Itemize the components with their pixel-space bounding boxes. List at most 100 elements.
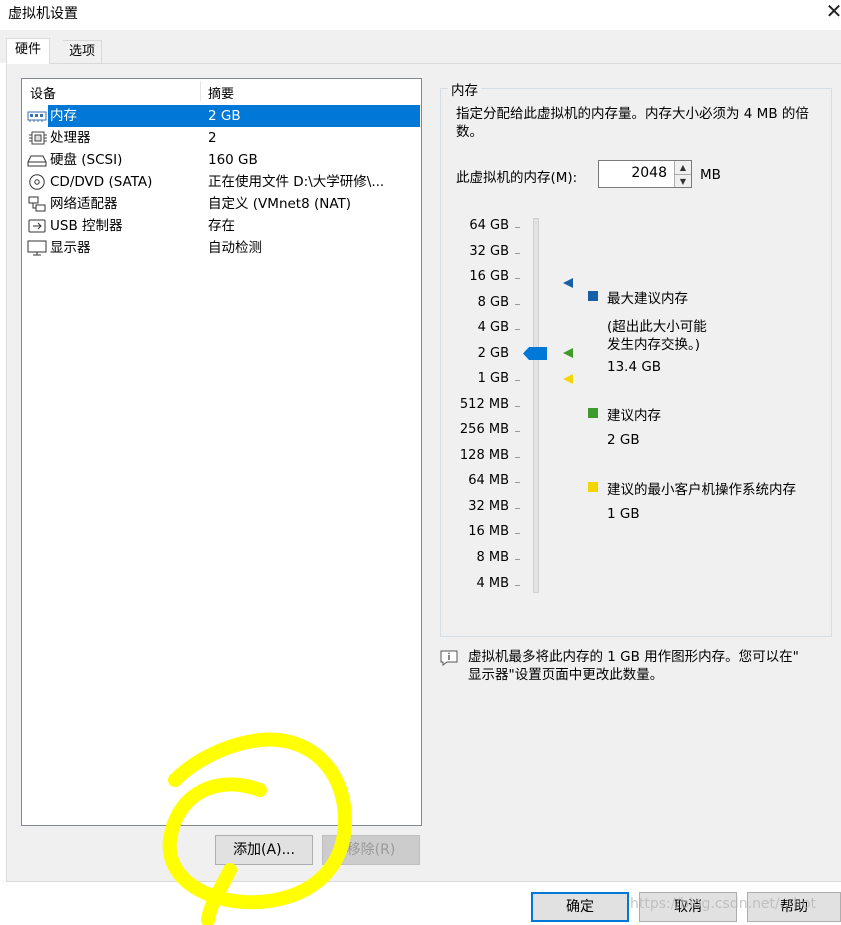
scale-tick bbox=[515, 253, 520, 254]
device-row-cd-dvd[interactable]: CD/DVD (SATA) 正在使用文件 D:\大学研修\... bbox=[24, 171, 420, 193]
column-header-summary[interactable]: 摘要 bbox=[208, 83, 234, 102]
scale-label: 16 MB bbox=[468, 524, 509, 539]
device-row-network-adapter[interactable]: 网络适配器 自定义 (VMnet8 (NAT) bbox=[24, 193, 420, 215]
scale-label: 256 MB bbox=[459, 422, 509, 437]
title-bar bbox=[0, 0, 841, 30]
memory-group-title: 内存 bbox=[448, 79, 481, 99]
device-row-usb-controller[interactable]: USB 控制器 存在 bbox=[24, 215, 420, 237]
scale-label: 32 GB bbox=[469, 244, 509, 259]
scale-tick bbox=[515, 278, 520, 279]
device-name: CD/DVD (SATA) bbox=[50, 174, 153, 190]
device-row-memory[interactable]: 内存 2 GB bbox=[24, 105, 420, 127]
device-row-hard-disk[interactable]: 硬盘 (SCSI) 160 GB bbox=[24, 149, 420, 171]
scale-label: 8 MB bbox=[476, 550, 509, 565]
watermark: https://blog.csdn.net/...hot bbox=[630, 896, 817, 912]
scale-tick bbox=[515, 304, 520, 305]
memory-slider-track[interactable] bbox=[533, 218, 539, 593]
ok-button[interactable]: 确定 bbox=[531, 892, 629, 922]
legend-swatch-min-guest bbox=[588, 482, 598, 492]
device-name: USB 控制器 bbox=[50, 218, 123, 234]
scale-label: 4 GB bbox=[477, 320, 509, 335]
legend-swatch-max bbox=[588, 291, 598, 301]
max-recommended-marker-icon bbox=[563, 278, 573, 288]
scale-label: 32 MB bbox=[468, 499, 509, 514]
memory-spinbox[interactable]: 2048 ▲ ▼ bbox=[598, 160, 692, 188]
device-summary: 正在使用文件 D:\大学研修\... bbox=[208, 174, 385, 190]
tab-hardware[interactable]: 硬件 bbox=[6, 38, 51, 64]
add-device-button[interactable]: 添加(A)... bbox=[215, 835, 313, 865]
scale-label: 4 MB bbox=[476, 576, 509, 591]
legend-max-note-1: (超出此大小可能 bbox=[607, 319, 707, 335]
tab-strip bbox=[0, 30, 841, 63]
scale-label: 2 GB bbox=[477, 346, 509, 361]
device-summary: 2 GB bbox=[200, 105, 420, 127]
column-divider[interactable] bbox=[200, 81, 201, 101]
memory-icon bbox=[27, 111, 47, 122]
device-summary: 自动检测 bbox=[208, 240, 262, 256]
memory-value-input[interactable]: 2048 bbox=[631, 165, 667, 181]
device-name: 显示器 bbox=[50, 240, 91, 256]
scale-tick bbox=[515, 533, 520, 534]
spin-up-icon[interactable]: ▲ bbox=[674, 161, 691, 174]
scale-label: 128 MB bbox=[459, 448, 509, 463]
scale-tick bbox=[515, 380, 520, 381]
memory-description: 指定分配给此虚拟机的内存量。内存大小必须为 4 MB 的倍数。 bbox=[456, 106, 809, 140]
scale-label: 64 GB bbox=[469, 218, 509, 233]
scale-tick bbox=[515, 482, 520, 483]
device-summary: 存在 bbox=[208, 218, 235, 234]
legend-swatch-recommended bbox=[588, 408, 598, 418]
scale-tick bbox=[515, 508, 520, 509]
device-summary: 160 GB bbox=[208, 152, 258, 168]
display-icon bbox=[27, 240, 47, 256]
device-row-processor[interactable]: 处理器 2 bbox=[24, 127, 420, 149]
scale-tick bbox=[515, 329, 520, 330]
legend-recommended-value: 2 GB bbox=[607, 432, 640, 448]
remove-device-button[interactable]: 移除(R) bbox=[322, 835, 420, 865]
scale-label: 16 GB bbox=[469, 269, 509, 284]
memory-unit: MB bbox=[700, 167, 721, 183]
recommended-marker-icon bbox=[563, 348, 573, 358]
device-name: 内存 bbox=[48, 105, 202, 127]
device-summary: 自定义 (VMnet8 (NAT) bbox=[208, 196, 352, 212]
cd-dvd-icon bbox=[29, 174, 45, 190]
info-line-1: 虚拟机最多将此内存的 1 GB 用作图形内存。您可以在" bbox=[468, 649, 799, 665]
device-name: 硬盘 (SCSI) bbox=[50, 152, 123, 168]
legend-max-value: 13.4 GB bbox=[607, 359, 662, 375]
min-guest-marker-icon bbox=[563, 374, 573, 384]
scale-label: 8 GB bbox=[477, 295, 509, 310]
tab-options[interactable]: 选项 bbox=[63, 40, 103, 64]
device-row-display[interactable]: 显示器 自动检测 bbox=[24, 237, 420, 259]
memory-slider-thumb[interactable] bbox=[523, 347, 547, 360]
usb-icon bbox=[28, 219, 46, 233]
info-icon bbox=[440, 650, 458, 666]
hard-disk-icon bbox=[27, 155, 47, 167]
scale-tick bbox=[515, 227, 520, 228]
legend-min-guest-title: 建议的最小客户机操作系统内存 bbox=[607, 482, 796, 498]
device-name: 网络适配器 bbox=[50, 196, 118, 212]
network-adapter-icon bbox=[28, 196, 46, 212]
scale-tick bbox=[515, 431, 520, 432]
legend-max-title: 最大建议内存 bbox=[607, 291, 688, 307]
legend-recommended-title: 建议内存 bbox=[607, 408, 661, 424]
legend-min-guest-value: 1 GB bbox=[607, 506, 640, 522]
graphics-memory-info: 虚拟机最多将此内存的 1 GB 用作图形内存。您可以在" 显示器"设置页面中更改… bbox=[468, 648, 838, 684]
scale-label: 1 GB bbox=[477, 371, 509, 386]
close-icon[interactable]: ✕ bbox=[824, 0, 841, 22]
scale-label: 512 MB bbox=[459, 397, 509, 412]
column-header-device[interactable]: 设备 bbox=[30, 83, 56, 102]
window-title: 虚拟机设置 bbox=[8, 6, 78, 22]
scale-label: 64 MB bbox=[468, 473, 509, 488]
scale-tick bbox=[515, 559, 520, 560]
list-header: 设备 摘要 bbox=[22, 79, 421, 103]
scale-tick bbox=[515, 585, 520, 586]
memory-field-label: 此虚拟机的内存(M): bbox=[456, 170, 578, 186]
device-summary: 2 bbox=[208, 130, 217, 146]
processor-icon bbox=[29, 131, 47, 145]
device-name: 处理器 bbox=[50, 130, 91, 146]
info-line-2: 显示器"设置页面中更改此数量。 bbox=[468, 667, 664, 683]
device-list[interactable]: 设备 摘要 内存 2 GB 处理器 2 硬盘 (SCSI) 160 GB CD/… bbox=[21, 78, 422, 826]
scale-tick bbox=[515, 457, 520, 458]
spin-down-icon[interactable]: ▼ bbox=[674, 174, 691, 187]
legend-max-note-2: 发生内存交换。) bbox=[607, 337, 701, 353]
scale-tick bbox=[515, 406, 520, 407]
